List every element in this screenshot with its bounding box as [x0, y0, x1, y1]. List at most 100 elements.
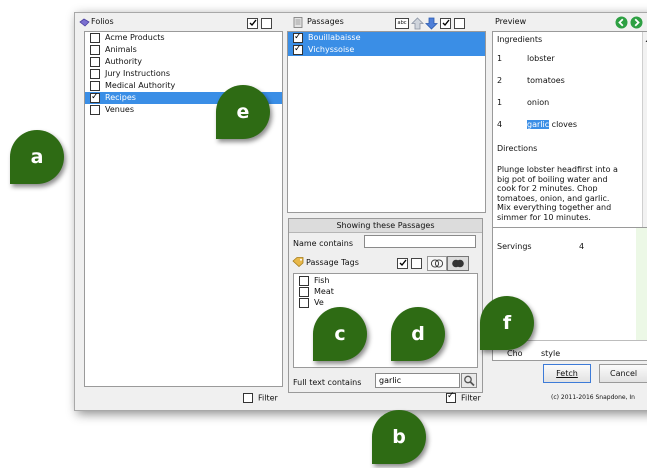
ingredient-quantity: 4	[497, 120, 503, 129]
preview-document: Ingredients 1 lobster 2 tomatoes 1 onion 4 garl…	[493, 32, 647, 228]
callout-c: c	[313, 307, 367, 361]
ingredient-name: onion	[527, 98, 550, 107]
preview-header: Preview	[495, 15, 647, 29]
tag-icon	[292, 257, 304, 269]
passage-item[interactable]: Bouillabaisse	[288, 31, 485, 44]
folio-checkbox[interactable]	[90, 56, 100, 67]
passage-tags-label: Passage Tags	[306, 258, 359, 267]
folio-item[interactable]: Acme Products	[85, 32, 282, 44]
directions-line: cook for 2 minutes. Chop	[497, 184, 598, 193]
servings-value: 4	[579, 242, 585, 251]
folio-checkbox[interactable]	[90, 32, 100, 43]
folios-header: Folios	[75, 15, 280, 29]
search-icon[interactable]	[461, 373, 477, 388]
choose-style-partial[interactable]: Cho	[507, 349, 523, 358]
passage-checkbox[interactable]	[293, 43, 303, 55]
passage-label: Vichyssoise	[308, 45, 355, 54]
folios-title: Folios	[91, 17, 114, 26]
ingredient-name-rest: cloves	[549, 120, 578, 129]
folio-checkbox[interactable]	[90, 104, 100, 115]
copyright-text: (c) 2011-2016 Snapdone, In	[551, 394, 635, 401]
directions-line: Mix everything together and	[497, 203, 612, 212]
check-all-tags-button[interactable]	[397, 258, 408, 269]
uncheck-all-folios-button[interactable]	[261, 18, 272, 29]
preview-side-strip	[636, 228, 647, 340]
choose-style-label[interactable]: style	[541, 349, 560, 358]
document-icon	[293, 17, 303, 30]
passages-title: Passages	[307, 17, 344, 26]
tag-checkbox[interactable]	[299, 297, 309, 308]
any-tags-toggle-icon[interactable]	[427, 256, 447, 271]
fetch-button[interactable]: Fetch	[543, 364, 591, 383]
callout-a: a	[10, 130, 64, 184]
folio-icon	[79, 18, 90, 27]
folio-item[interactable]: Authority	[85, 56, 282, 68]
folio-label: Animals	[105, 45, 137, 54]
folio-label: Venues	[105, 105, 135, 114]
folio-checkbox[interactable]	[90, 80, 100, 91]
fetch-label: Fetch	[556, 369, 578, 378]
ingredient-quantity: 1	[497, 98, 503, 107]
callout-e: e	[216, 85, 270, 139]
folios-filter-checkbox[interactable]	[243, 393, 253, 403]
forward-arrow-icon[interactable]	[630, 16, 643, 31]
folio-label: Authority	[105, 57, 143, 66]
preview-scrollbar[interactable]	[642, 32, 647, 227]
tag-item[interactable]: Ve	[294, 297, 477, 308]
folio-checkbox[interactable]	[90, 44, 100, 55]
tag-label: Meat	[314, 287, 334, 296]
folio-item[interactable]: Jury Instructions	[85, 68, 282, 80]
directions-line: Plunge lobster headfirst into a	[497, 165, 618, 174]
check-all-passages-button[interactable]	[440, 18, 451, 29]
folio-checkbox[interactable]	[90, 91, 100, 103]
uncheck-all-tags-button[interactable]	[411, 258, 422, 269]
check-all-folios-button[interactable]	[247, 18, 258, 29]
directions-line: big pot of boiling water and	[497, 174, 608, 184]
passages-filter-checkbox[interactable]	[446, 391, 456, 403]
folio-item[interactable]: Animals	[85, 44, 282, 56]
tag-checkbox[interactable]	[299, 275, 309, 286]
callout-b: b	[372, 410, 426, 464]
ingredient-name: garlic cloves	[527, 120, 577, 129]
folio-label: Jury Instructions	[105, 69, 170, 78]
folio-label: Acme Products	[105, 33, 165, 42]
passages-header: Passages abc	[291, 15, 481, 32]
name-contains-field[interactable]	[364, 235, 476, 248]
cancel-button[interactable]: Cancel	[599, 364, 647, 383]
directions-line: simmer for 10 minutes.	[497, 212, 591, 222]
search-highlight: garlic	[527, 120, 550, 129]
tag-item[interactable]: Fish	[294, 275, 477, 286]
tag-label: Fish	[314, 276, 330, 285]
back-arrow-icon[interactable]	[615, 16, 628, 31]
tag-item[interactable]: Meat	[294, 286, 477, 297]
folios-filter-label: Filter	[258, 393, 278, 403]
full-text-label: Full text contains	[293, 378, 362, 387]
filter-panel-title: Showing these Passages	[289, 219, 482, 233]
passages-filter[interactable]: Filter	[446, 391, 481, 403]
ingredient-quantity: 1	[497, 54, 503, 63]
directions-heading: Directions	[497, 144, 538, 153]
full-text-field[interactable]	[375, 373, 460, 388]
directions-text: Plunge lobster headfirst into a big pot o…	[497, 165, 618, 222]
passage-checkbox[interactable]	[293, 31, 303, 43]
folios-filter[interactable]: Filter	[243, 393, 278, 403]
folios-list: Acme Products Animals Authority Jury Instru…	[84, 31, 283, 387]
passages-list: Bouillabaisse Vichyssoise	[287, 31, 486, 213]
directions-line: tomatoes, onion, and garlic.	[497, 193, 610, 203]
uncheck-all-passages-button[interactable]	[454, 18, 465, 29]
tag-label: Ve	[314, 298, 324, 307]
ingredient-quantity: 2	[497, 76, 503, 85]
passage-label: Bouillabaisse	[308, 33, 361, 42]
tag-checkbox[interactable]	[299, 286, 309, 297]
move-down-arrow-icon[interactable]	[425, 17, 438, 32]
name-contains-label: Name contains	[293, 239, 354, 248]
all-tags-toggle-icon[interactable]	[447, 256, 469, 271]
preview-title: Preview	[495, 17, 527, 26]
folio-checkbox[interactable]	[90, 68, 100, 79]
passage-item[interactable]: Vichyssoise	[288, 43, 485, 56]
cancel-label: Cancel	[610, 369, 638, 378]
folio-label: Medical Authority	[105, 81, 176, 90]
abc-sort-button[interactable]: abc	[395, 18, 409, 29]
ingredient-name: tomatoes	[527, 76, 565, 85]
move-up-arrow-icon[interactable]	[411, 17, 424, 32]
